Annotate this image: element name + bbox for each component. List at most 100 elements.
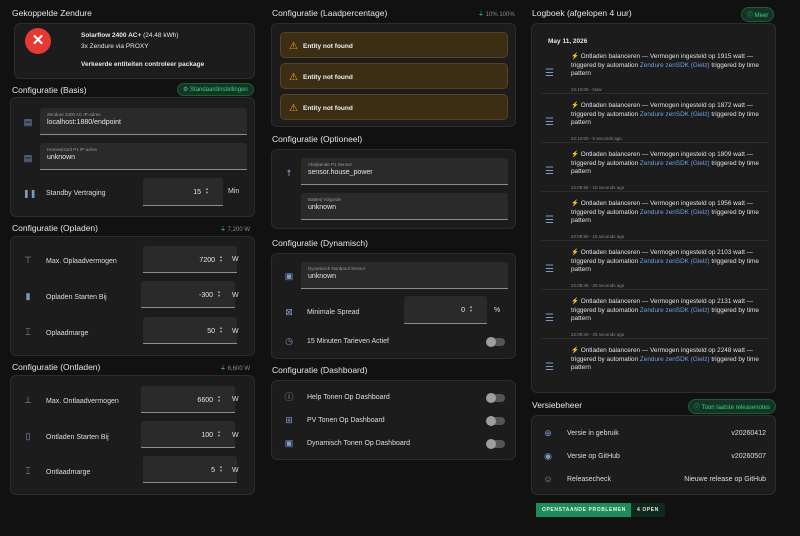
ontladen-row-label: Ontlaadmarge	[46, 469, 91, 476]
spread-label: Minimale Spread	[307, 309, 360, 316]
stepper-icon[interactable]: ▲ ▼	[217, 395, 221, 403]
defaults-badge-label: Standaardinstellingen	[190, 87, 248, 93]
dashboard-toggle[interactable]	[486, 416, 505, 426]
plug-icon: ⏚	[478, 12, 486, 18]
dashboard-row-label: PV Tonen Op Dashboard	[307, 417, 385, 424]
lightning-icon: ⚡	[571, 53, 581, 60]
more-badge[interactable]: ⓘ Meer	[741, 7, 775, 22]
ontladen-input[interactable]: 5 ▲ ▼	[143, 456, 237, 483]
list-icon: ☰	[545, 68, 554, 79]
linked-card: ✕ Solarflow 2400 AC+ (24.48 kWh) 3x Zend…	[14, 23, 255, 79]
log-entry[interactable]: ☰ ⚡ Ontladen balanceren — Vermogen ingest…	[541, 199, 769, 241]
list-icon: ☰	[545, 264, 554, 275]
help-icon: ⓘ	[284, 392, 294, 402]
document-icon: ▤	[23, 117, 33, 127]
dashboard-row-label: Help Tonen Op Dashboard	[307, 394, 390, 401]
opladen-unit: W	[232, 292, 239, 299]
stepper-icon[interactable]: ▲ ▼	[469, 305, 473, 313]
stepper-icon[interactable]: ▲ ▼	[219, 326, 223, 334]
ip-field[interactable]: Zendure 2400 AC IP-adres localhost:1880/…	[40, 108, 247, 135]
automation-link[interactable]: Zendure zenSDK (Gielz)	[640, 258, 710, 265]
tarieven-toggle[interactable]	[486, 337, 505, 347]
globe-icon: ⊕	[544, 428, 552, 438]
opladen-unit: W	[232, 328, 239, 335]
spread-input[interactable]: 0 ▲ ▼	[404, 296, 487, 324]
list-icon: ☰	[545, 362, 554, 373]
automation-link[interactable]: Zendure zenSDK (Gielz)	[640, 356, 710, 363]
log-entry-text: ⚡ Ontladen balanceren — Vermogen ingeste…	[571, 102, 767, 128]
basis-card: ▤ Zendure 2400 AC IP-adres localhost:188…	[10, 97, 255, 217]
open-count-button[interactable]: 4 OPEN	[631, 503, 665, 517]
releasenotes-badge[interactable]: ⓘ Toon laatste releasenotes	[688, 399, 776, 414]
versie-row-value: Nieuwe release op GitHub	[684, 476, 766, 483]
info-icon: ⓘ	[747, 13, 755, 19]
p1-field-value: unknown	[47, 154, 76, 161]
warning-icon: ⚠	[289, 41, 298, 52]
versie-card: ⊕ Versie in gebruik v20260412 ◉ Versie o…	[531, 415, 776, 495]
opladen-badge-label: 7,200 W	[227, 227, 251, 233]
gear-icon: ⚙	[183, 87, 191, 93]
log-entry-text: ⚡ Ontladen balanceren — Vermogen ingeste…	[571, 298, 767, 324]
stepper-icon[interactable]: ▲ ▼	[219, 465, 223, 473]
ontladen-row-label: Ontladen Starten Bij	[46, 434, 109, 441]
spread-unit: %	[494, 307, 501, 314]
open-problems-button[interactable]: OPENSTAANDE PROBLEMEN	[536, 503, 632, 517]
defaults-badge[interactable]: ⚙ Standaardinstellingen	[177, 83, 254, 96]
standby-value: 15	[193, 189, 201, 196]
margin-icon: ⌶	[25, 327, 31, 337]
automation-link[interactable]: Zendure zenSDK (Gielz)	[640, 160, 710, 167]
opladen-badge: ⏚ 7,200 W	[215, 222, 255, 235]
laad-badge-label: 10% 100%	[485, 12, 515, 18]
automation-link[interactable]: Zendure zenSDK (Gielz)	[640, 62, 710, 69]
log-entry[interactable]: ☰ ⚡ Ontladen balanceren — Vermogen ingest…	[541, 248, 769, 290]
dashboard-row-label: Dynamisch Tonen Op Dashboard	[307, 440, 410, 447]
laad-badge: ⏚ 10% 100%	[473, 7, 520, 20]
battery-order-value: unknown	[308, 204, 337, 211]
log-entry[interactable]: ☰ ⚡ Ontladen balanceren — Vermogen ingest…	[541, 52, 769, 94]
releasenotes-badge-label: Toon laatste releasenotes	[701, 405, 770, 411]
stepper-icon[interactable]: ▲ ▼	[217, 430, 221, 438]
lightning-icon: ⚡	[571, 200, 581, 207]
list-icon: ☰	[545, 117, 554, 128]
entity-warning-text: Entity not found	[303, 43, 353, 50]
log-entry[interactable]: ☰ ⚡ Ontladen balanceren — Vermogen ingest…	[541, 101, 769, 143]
automation-link[interactable]: Zendure zenSDK (Gielz)	[640, 307, 710, 314]
automation-link[interactable]: Zendure zenSDK (Gielz)	[640, 209, 710, 216]
optioneel-title: Configuratie (Optioneel)	[272, 134, 363, 144]
opladen-value: 50	[207, 328, 215, 335]
automation-link[interactable]: Zendure zenSDK (Gielz)	[640, 111, 710, 118]
battery-order-label: Batterij Volgorde	[308, 197, 342, 202]
log-entry-time: 22:09:55 - 10 seconds ago	[571, 185, 625, 190]
stepper-icon[interactable]: ▲ ▼	[217, 290, 221, 298]
log-entry-time: 22:09:40 - 25 seconds ago	[571, 332, 625, 337]
dashboard-toggle[interactable]	[486, 393, 505, 403]
battery-order-field[interactable]: Batterij Volgorde unknown	[301, 193, 508, 220]
log-entry-text: ⚡ Ontladen balanceren — Vermogen ingeste…	[571, 151, 767, 177]
entity-warning-text: Entity not found	[303, 74, 353, 81]
log-entry[interactable]: ☰ ⚡ Ontladen balanceren — Vermogen ingest…	[541, 150, 769, 192]
lightning-icon: ⚡	[571, 151, 581, 158]
p1-sensor-field[interactable]: Afwijkende P1 Sensor sensor.house_power	[301, 158, 508, 185]
log-entry[interactable]: ☰ ⚡ Ontladen balanceren — Vermogen ingest…	[541, 297, 769, 339]
stepper-icon[interactable]: ▲ ▼	[219, 255, 223, 263]
ontladen-row-label: Max. Ontlaadvermogen	[46, 398, 119, 405]
opladen-input[interactable]: 50 ▲ ▼	[143, 317, 237, 344]
stepper-icon[interactable]: ▲ ▼	[205, 187, 209, 195]
log-entry[interactable]: ☰ ⚡ Ontladen balanceren — Vermogen ingest…	[541, 346, 769, 388]
info-icon: ⓘ	[694, 405, 702, 411]
ontladen-input[interactable]: 6600 ▲ ▼	[141, 386, 235, 413]
dynamisch-title: Configuratie (Dynamisch)	[272, 238, 368, 248]
device-capacity: (24.48 kWh)	[143, 32, 179, 39]
opladen-input[interactable]: 7200 ▲ ▼	[143, 246, 237, 273]
ontladen-input[interactable]: 100 ▲ ▼	[141, 421, 235, 448]
ontladen-value: 100	[201, 432, 213, 439]
standby-input[interactable]: 15 ▲ ▼	[143, 178, 223, 206]
p1-field-label: Homewizard P1 IP-adres	[47, 147, 98, 152]
dashboard-toggle[interactable]	[486, 439, 505, 449]
opladen-input[interactable]: -300 ▲ ▼	[141, 281, 235, 308]
p1-field[interactable]: Homewizard P1 IP-adres unknown	[40, 143, 247, 170]
ontladen-badge: ⏚ 6,600 W	[215, 361, 255, 374]
arrow-up-icon: ⊤	[24, 255, 32, 265]
log-entry-text: ⚡ Ontladen balanceren — Vermogen ingeste…	[571, 200, 767, 226]
nordpool-field[interactable]: Dynamisch Nordpool Sensor unknown	[301, 262, 508, 289]
